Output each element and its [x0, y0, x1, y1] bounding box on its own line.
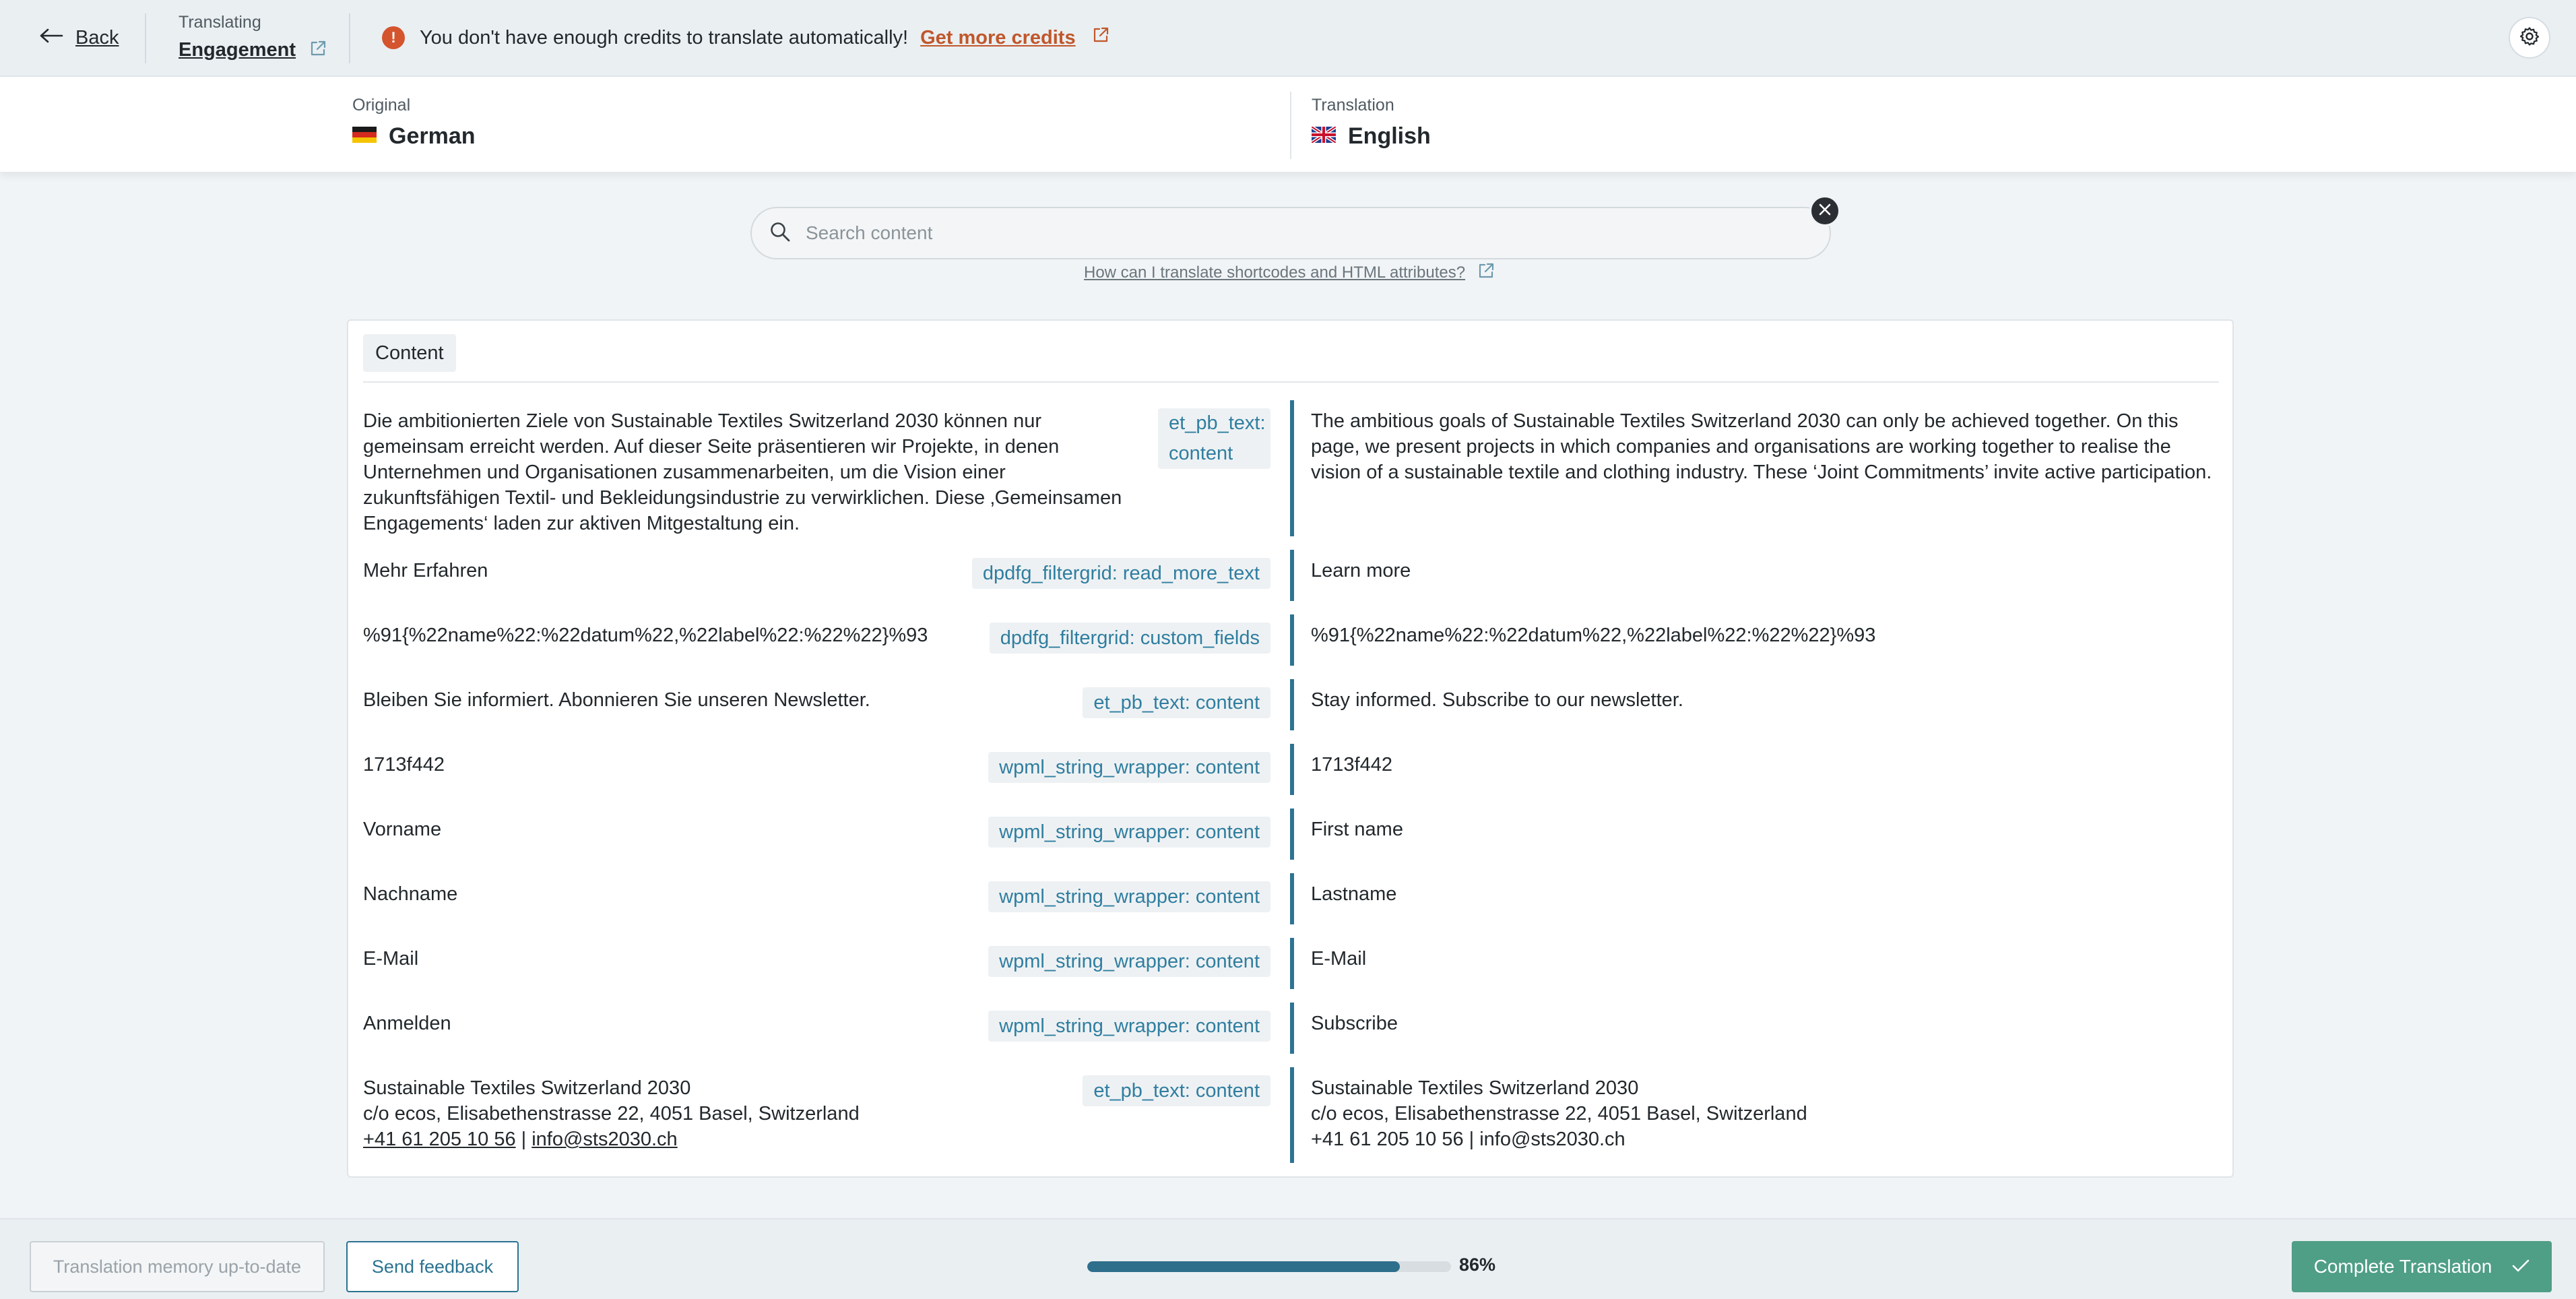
- segment-indicator: [1290, 938, 1294, 989]
- segment-tag: wpml_string_wrapper: content: [988, 752, 1270, 783]
- divider: [1290, 92, 1291, 159]
- external-link-icon[interactable]: [309, 40, 327, 61]
- source-text: Bleiben Sie informiert. Abonnieren Sie u…: [363, 689, 870, 711]
- warning-icon: !: [382, 26, 405, 49]
- segment-tag: wpml_string_wrapper: content: [988, 946, 1270, 977]
- check-icon: [2512, 1256, 2530, 1277]
- settings-button[interactable]: [2509, 17, 2550, 59]
- translation-line: c/o ecos, Elisabethenstrasse 22, 4051 Ba…: [1311, 1103, 1807, 1124]
- original-language: Original German: [352, 96, 476, 150]
- progress-bar: [1087, 1261, 1451, 1272]
- original-caption: Original: [352, 96, 411, 115]
- segment-tag: wpml_string_wrapper: content: [988, 1011, 1270, 1042]
- translation-text[interactable]: First name: [1311, 817, 2214, 842]
- back-button[interactable]: Back: [39, 23, 119, 53]
- translation-line: +41 61 205 10 56 | info@sts2030.ch: [1311, 1129, 1625, 1150]
- progress-label: 86%: [1459, 1255, 1496, 1275]
- progress-fill: [1087, 1261, 1400, 1272]
- close-icon: [1817, 202, 1832, 220]
- external-link-icon[interactable]: [1477, 262, 1495, 284]
- translation-text[interactable]: Subscribe: [1311, 1011, 2214, 1036]
- translation-text[interactable]: 1713f442: [1311, 752, 2214, 778]
- segment-tag: et_pb_text: content: [1083, 1075, 1270, 1106]
- translating-caption: Translating: [179, 13, 261, 32]
- segment-indicator: [1290, 873, 1294, 924]
- translation-text[interactable]: E-Mail: [1311, 946, 2214, 972]
- search-icon: [769, 221, 791, 246]
- translation-text[interactable]: Learn more: [1311, 558, 2214, 583]
- original-language-name: German: [389, 123, 476, 149]
- translation-text[interactable]: Sustainable Textiles Switzerland 2030 c/…: [1311, 1075, 2214, 1152]
- source-line: Sustainable Textiles Switzerland 2030: [363, 1077, 691, 1099]
- gear-icon: [2519, 26, 2540, 51]
- credits-notice: ! You don't have enough credits to trans…: [382, 23, 1109, 53]
- segment-tag: dpdfg_filtergrid: read_more_text: [971, 558, 1270, 589]
- translation-text[interactable]: %91{%22name%22:%22datum%22,%22label%22:%…: [1311, 623, 2214, 648]
- divider: [349, 13, 350, 63]
- source-text: Sustainable Textiles Switzerland 2030 c/…: [363, 1075, 1165, 1152]
- phone-link[interactable]: +41 61 205 10 56: [363, 1129, 516, 1150]
- search-bar: [750, 207, 1831, 259]
- separator: |: [515, 1129, 532, 1150]
- translation-line: Sustainable Textiles Switzerland 2030: [1311, 1077, 1639, 1099]
- segment-indicator: [1290, 614, 1294, 666]
- arrow-left-icon: [39, 27, 63, 49]
- external-link-icon[interactable]: [1092, 26, 1109, 49]
- segment-indicator: [1290, 400, 1294, 536]
- page-name-link[interactable]: Engagement: [179, 39, 296, 61]
- segment-indicator: [1290, 679, 1294, 730]
- segment-indicator: [1290, 809, 1294, 860]
- source-text: Die ambitionierten Ziele von Sustainable…: [363, 410, 1122, 534]
- translation-text[interactable]: Stay informed. Subscribe to our newslett…: [1311, 687, 2214, 713]
- translation-language: Translation English: [1310, 96, 1431, 150]
- segment-indicator: [1290, 550, 1294, 601]
- segment-tag: wpml_string_wrapper: content: [988, 881, 1270, 912]
- section-label: Content: [363, 334, 456, 372]
- send-feedback-button[interactable]: Send feedback: [346, 1241, 519, 1292]
- complete-translation-button[interactable]: Complete Translation: [2292, 1241, 2552, 1292]
- top-bar: Back Translating Engagement ! You don't …: [0, 0, 2576, 77]
- shortcodes-help: How can I translate shortcodes and HTML …: [1084, 261, 1495, 284]
- translation-text[interactable]: Lastname: [1311, 881, 2214, 907]
- segment-indicator: [1290, 1067, 1294, 1163]
- language-header: Original German Translation English: [0, 77, 2576, 172]
- complete-translation-label: Complete Translation: [2313, 1256, 2492, 1277]
- email-link[interactable]: info@sts2030.ch: [532, 1129, 677, 1150]
- segment-indicator: [1290, 744, 1294, 795]
- back-label: Back: [75, 26, 119, 49]
- source-line: c/o ecos, Elisabethenstrasse 22, 4051 Ba…: [363, 1103, 860, 1124]
- segment-tag-line: et_pb_text:: [1169, 412, 1266, 434]
- footer-bar: Translation memory up-to-date Send feedb…: [0, 1218, 2576, 1299]
- translation-caption: Translation: [1312, 96, 1394, 115]
- divider: [145, 13, 146, 63]
- flag-de-icon: [352, 127, 377, 146]
- notice-text: You don't have enough credits to transla…: [420, 26, 909, 49]
- translating-info: Translating Engagement: [179, 12, 327, 61]
- segment-tag: et_pb_text: content: [1158, 408, 1270, 469]
- clear-search-button[interactable]: [1809, 195, 1840, 226]
- segment-tag: dpdfg_filtergrid: custom_fields: [989, 623, 1270, 654]
- translation-language-name: English: [1348, 123, 1431, 149]
- shortcodes-help-link[interactable]: How can I translate shortcodes and HTML …: [1084, 263, 1465, 282]
- translation-memory-button: Translation memory up-to-date: [30, 1241, 325, 1292]
- get-more-credits-link[interactable]: Get more credits: [920, 27, 1075, 49]
- segment-tag: et_pb_text: content: [1083, 687, 1270, 718]
- divider: [363, 381, 2219, 383]
- translation-text[interactable]: The ambitious goals of Sustainable Texti…: [1311, 408, 2214, 485]
- content-card: Content Die ambitionierten Ziele von Sus…: [347, 319, 2234, 1178]
- flag-gb-icon: [1310, 125, 1337, 146]
- segment-tag-line: content: [1169, 443, 1233, 464]
- source-line: +41 61 205 10 56 | info@sts2030.ch: [363, 1127, 1165, 1152]
- segment-indicator: [1290, 1003, 1294, 1054]
- search-input[interactable]: [806, 222, 1782, 244]
- segment-tag: wpml_string_wrapper: content: [988, 817, 1270, 848]
